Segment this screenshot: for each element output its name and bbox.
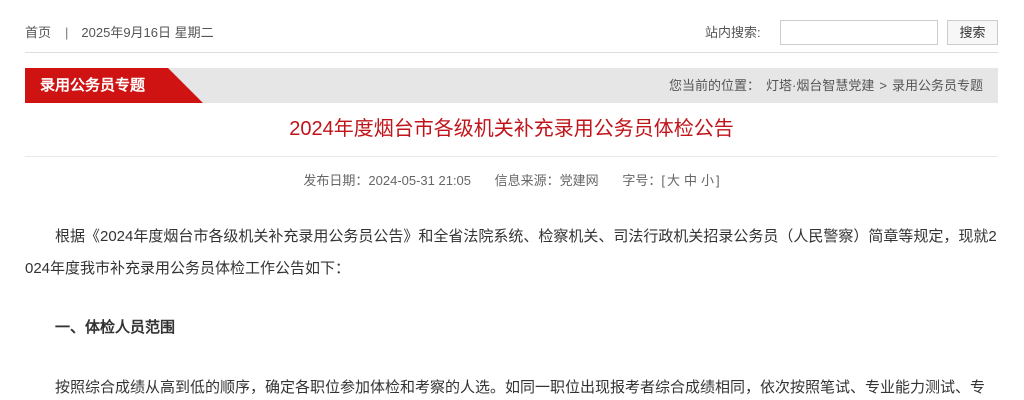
- breadcrumb-separator: >: [879, 78, 887, 93]
- section-tab-label: 录用公务员专题: [40, 77, 146, 94]
- publish-date-label: 发布日期：: [303, 173, 369, 188]
- site-search-button[interactable]: 搜索: [947, 20, 998, 45]
- font-size-medium[interactable]: 中: [684, 173, 697, 188]
- section-heading: 一、体检人员范围: [55, 319, 176, 336]
- section-paragraph: 按照综合成绩从高到低的顺序，确定各职位参加体检和考察的人选。如同一职位出现报考者…: [55, 379, 986, 396]
- top-separator: |: [65, 25, 69, 40]
- publish-date: 发布日期：2024-05-31 21:05: [303, 173, 471, 188]
- font-size-bracket-close: ]: [716, 173, 720, 188]
- home-link[interactable]: 首页: [25, 25, 51, 40]
- section-banner: 录用公务员专题 您当前的位置： 灯塔·烟台智慧党建 > 录用公务员专题: [25, 68, 998, 103]
- source-label: 信息来源：: [494, 173, 560, 188]
- current-date: 2025年9月16日 星期二: [81, 25, 214, 40]
- font-size-small[interactable]: 小: [701, 173, 714, 188]
- font-size-large[interactable]: 大: [667, 173, 680, 188]
- article-title: 2024年度烟台市各级机关补充录用公务员体检公告: [289, 118, 734, 140]
- breadcrumb-link-home[interactable]: 灯塔·烟台智慧党建: [766, 78, 874, 93]
- source-value: 党建网: [559, 173, 599, 188]
- font-size-bracket-open: [: [661, 173, 665, 188]
- font-size-label: 字号：: [622, 173, 662, 188]
- article-intro-paragraph: 根据《2024年度烟台市各级机关补充录用公务员公告》和全省法院系统、检察机关、司…: [25, 228, 997, 277]
- breadcrumb: 您当前的位置： 灯塔·烟台智慧党建 > 录用公务员专题: [669, 68, 983, 103]
- top-date-bar: 首页 | 2025年9月16日 星期二: [25, 24, 214, 42]
- breadcrumb-location-label: 您当前的位置：: [669, 78, 761, 93]
- font-size-control: 字号：[大中小]: [622, 173, 719, 188]
- article-source: 信息来源：党建网: [495, 173, 599, 188]
- site-search-input[interactable]: [780, 20, 938, 45]
- site-search-label: 站内搜索:: [705, 25, 761, 40]
- header-divider: [25, 52, 998, 53]
- breadcrumb-link-topic[interactable]: 录用公务员专题: [892, 78, 983, 93]
- article-meta: 发布日期：2024-05-31 21:05 信息来源：党建网 字号：[大中小]: [25, 172, 998, 190]
- publish-date-value: 2024-05-31 21:05: [368, 173, 472, 188]
- title-divider: [25, 156, 998, 157]
